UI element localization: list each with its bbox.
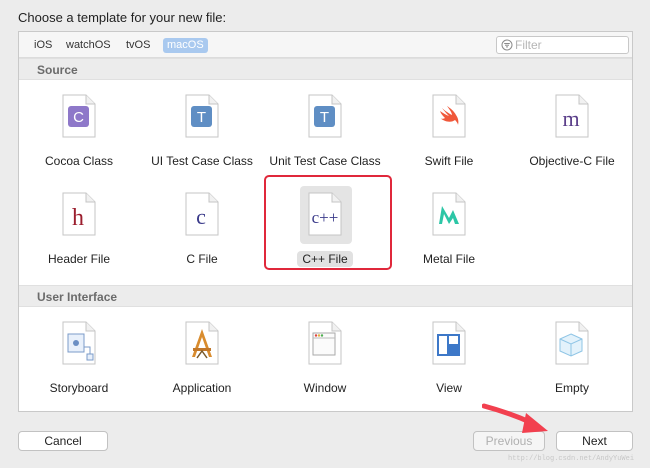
filter-field[interactable] bbox=[496, 36, 629, 54]
template-label: Swift File bbox=[424, 154, 474, 168]
cocoa-class-icon: C bbox=[62, 94, 96, 138]
watermark: http://blog.csdn.net/AndyYuWei bbox=[508, 455, 635, 463]
template-swift-file[interactable]: Swift File bbox=[390, 90, 508, 180]
filter-icon bbox=[501, 39, 513, 51]
swift-file-icon bbox=[432, 94, 466, 138]
c-file-icon: c bbox=[185, 192, 219, 236]
header-file-icon: h bbox=[62, 192, 96, 236]
dialog-title: Choose a template for your new file: bbox=[18, 10, 227, 25]
cancel-button[interactable]: Cancel bbox=[18, 431, 108, 451]
template-storyboard[interactable]: Storyboard bbox=[20, 317, 138, 407]
template-label: Application bbox=[172, 381, 232, 395]
application-icon bbox=[185, 321, 219, 365]
template-label: Window bbox=[303, 381, 347, 395]
svg-text:h: h bbox=[72, 205, 84, 231]
template-ui-test-case-class[interactable]: T UI Test Case Class bbox=[143, 90, 261, 180]
template-application[interactable]: Application bbox=[143, 317, 261, 407]
template-header-file[interactable]: h Header File bbox=[20, 188, 138, 278]
section-header-source: Source bbox=[19, 58, 632, 80]
template-empty[interactable]: Empty bbox=[513, 317, 631, 407]
metal-file-icon bbox=[432, 192, 466, 236]
template-label: Header File bbox=[47, 252, 111, 266]
template-label: Unit Test Case Class bbox=[269, 154, 381, 168]
section-title-user-interface: User Interface bbox=[37, 290, 118, 304]
template-cocoa-class[interactable]: C Cocoa Class bbox=[20, 90, 138, 180]
svg-text:C: C bbox=[73, 109, 84, 126]
ui-test-case-class-icon: T bbox=[185, 94, 219, 138]
template-label: Objective-C File bbox=[529, 154, 615, 168]
cpp-file-icon: c++ bbox=[308, 192, 342, 236]
template-view[interactable]: View bbox=[390, 317, 508, 407]
filter-input[interactable] bbox=[515, 38, 625, 52]
template-label-text: C++ File bbox=[297, 251, 353, 267]
platform-tab-tvos[interactable]: tvOS bbox=[122, 38, 154, 53]
template-label: View bbox=[436, 381, 462, 395]
template-label: UI Test Case Class bbox=[151, 154, 253, 168]
svg-text:T: T bbox=[197, 109, 206, 126]
template-cpp-file[interactable]: c++ C++ File bbox=[266, 186, 384, 278]
pointer-arrow-icon bbox=[482, 403, 548, 433]
section-header-user-interface: User Interface bbox=[19, 285, 632, 307]
platform-toolbar: iOS watchOS tvOS macOS bbox=[19, 32, 632, 58]
template-label: C File bbox=[186, 252, 218, 266]
template-label: C++ File bbox=[266, 251, 384, 267]
template-label: Storyboard bbox=[49, 381, 109, 395]
template-label: Cocoa Class bbox=[44, 154, 114, 168]
template-label: Empty bbox=[554, 381, 589, 395]
objective-c-file-icon: m bbox=[555, 94, 589, 138]
svg-text:c: c bbox=[196, 204, 206, 229]
svg-text:T: T bbox=[320, 109, 329, 126]
template-panel: iOS watchOS tvOS macOS Source C Cocoa Cl… bbox=[18, 31, 633, 412]
template-label: Metal File bbox=[422, 252, 475, 266]
template-objective-c-file[interactable]: m Objective-C File bbox=[513, 90, 631, 180]
section-title-source: Source bbox=[37, 63, 78, 77]
template-c-file[interactable]: c C File bbox=[143, 188, 261, 278]
platform-tab-macos[interactable]: macOS bbox=[163, 38, 208, 53]
empty-icon bbox=[555, 321, 589, 365]
template-metal-file[interactable]: Metal File bbox=[390, 188, 508, 278]
svg-text:m: m bbox=[562, 106, 579, 131]
platform-tab-watchos[interactable]: watchOS bbox=[62, 38, 115, 53]
storyboard-icon bbox=[62, 321, 96, 365]
template-unit-test-case-class[interactable]: T Unit Test Case Class bbox=[266, 90, 384, 180]
unit-test-case-class-icon: T bbox=[308, 94, 342, 138]
svg-text:c++: c++ bbox=[312, 208, 339, 227]
next-button[interactable]: Next bbox=[556, 431, 633, 451]
window-icon bbox=[308, 321, 342, 365]
platform-tab-ios[interactable]: iOS bbox=[30, 38, 56, 53]
view-icon bbox=[432, 321, 466, 365]
template-window[interactable]: Window bbox=[266, 317, 384, 407]
